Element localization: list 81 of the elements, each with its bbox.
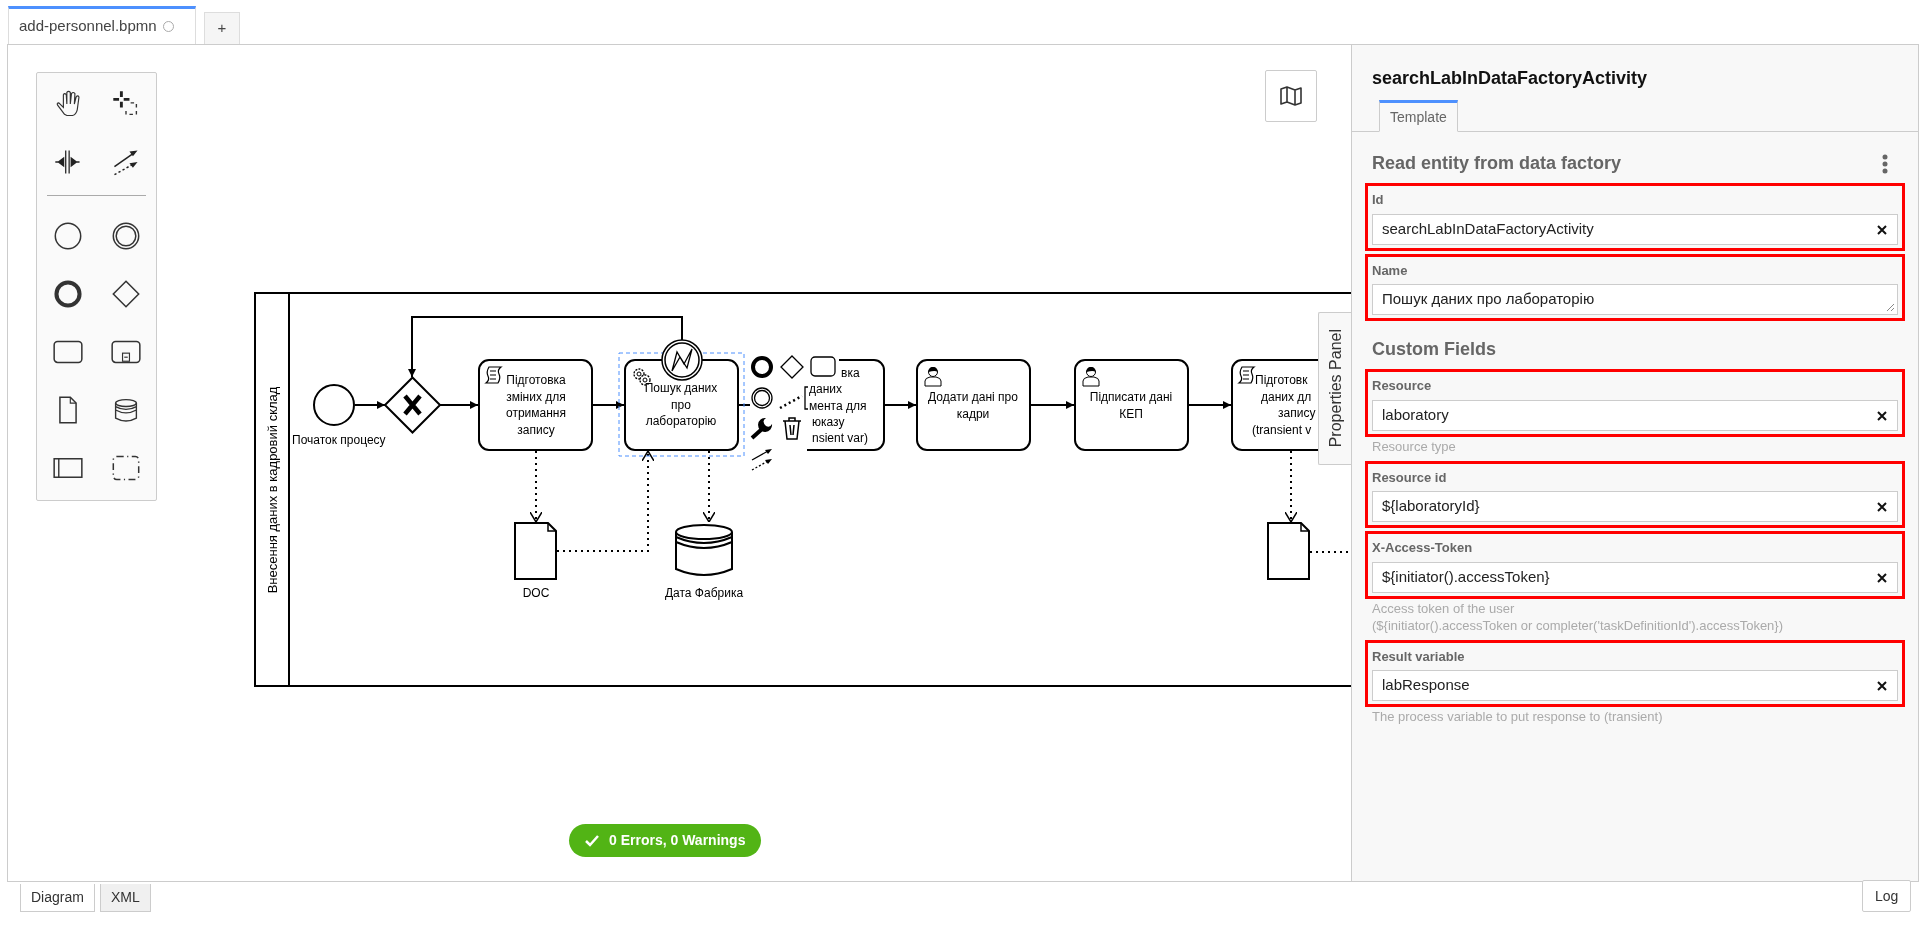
- task-label: мента для: [809, 398, 867, 413]
- resize-handle-icon[interactable]: [1886, 303, 1895, 312]
- sequence-flow: [592, 401, 625, 409]
- clear-icon[interactable]: [1877, 224, 1887, 235]
- annotation-icon[interactable]: [779, 386, 809, 410]
- lane-label: Внесення даних в кадровий склад: [265, 386, 280, 594]
- intermediate-event-icon[interactable]: [751, 387, 773, 409]
- exclusive-gateway: [383, 376, 442, 434]
- field-label: Id: [1372, 191, 1385, 209]
- start-event: [313, 384, 355, 426]
- panel-title: searchLabInDataFactoryActivity: [1371, 67, 1649, 90]
- data-object: [514, 522, 557, 580]
- user-icon: [924, 367, 942, 387]
- task-label: Додати дані про кадри: [928, 390, 1018, 421]
- sequence-flow: [884, 401, 917, 409]
- connect-icon[interactable]: [751, 449, 772, 471]
- start-event-icon[interactable]: [53, 221, 83, 251]
- field-label: Resource id: [1372, 468, 1448, 487]
- gateway-icon[interactable]: [780, 355, 804, 379]
- view-tab[interactable]: Diagram: [20, 884, 95, 912]
- check-icon: [585, 834, 599, 847]
- view-tab[interactable]: XML: [99, 884, 151, 912]
- event-label: Початок процесу: [292, 433, 386, 447]
- task-label: Підписати дані КЕП: [1089, 390, 1173, 421]
- field-description: The process variable to put response to (transient): [1372, 708, 1664, 725]
- end-event-icon[interactable]: [751, 356, 773, 378]
- data-store: [675, 524, 733, 576]
- group-icon[interactable]: [110, 453, 141, 483]
- input-field[interactable]: laboratory: [1372, 399, 1898, 431]
- field-description: Access token of the user (${initiator().accessToken or completer('taskDefinitionId').accessToken}): [1372, 599, 1785, 634]
- gateway-icon[interactable]: [110, 279, 141, 309]
- script-icon: [1238, 366, 1255, 384]
- end-event-icon[interactable]: [53, 279, 83, 309]
- field-label: X-Access-Token: [1372, 539, 1474, 557]
- task-label: даних: [809, 382, 842, 397]
- data-label: DOC: [522, 586, 550, 600]
- file-tab[interactable]: +: [204, 12, 240, 44]
- script-icon: [485, 366, 502, 384]
- field-label: Result variable: [1372, 647, 1466, 666]
- task-label: запису: [1278, 406, 1316, 420]
- panel-tab[interactable]: Template: [1379, 100, 1458, 132]
- task-label: Підготовка зміних для отримання запису: [506, 373, 566, 437]
- task-label: nsient var): [812, 431, 869, 446]
- log-button[interactable]: Log: [1862, 880, 1912, 912]
- sequence-flow: [1188, 401, 1232, 409]
- field-label: Name: [1372, 261, 1409, 280]
- input-field[interactable]: ${laboratoryId}: [1372, 491, 1898, 522]
- task-label: юказу: [812, 414, 845, 429]
- input-field[interactable]: searchLabInDataFactoryActivity: [1372, 213, 1898, 245]
- input-field[interactable]: ${initiator().accessToken}: [1372, 561, 1898, 593]
- task-icon[interactable]: [810, 356, 836, 377]
- clear-icon[interactable]: [1877, 572, 1887, 583]
- wrench-icon[interactable]: [750, 417, 773, 440]
- sequence-flow: [439, 401, 479, 409]
- boundary-error-event: [661, 339, 703, 381]
- data-label: Дата Фабрика: [664, 586, 744, 600]
- trash-icon[interactable]: [782, 417, 802, 440]
- section-title: Custom Fields: [1371, 338, 1497, 361]
- minimap-button[interactable]: [1265, 70, 1317, 122]
- field-label: Resource: [1372, 377, 1433, 395]
- user-icon: [1082, 367, 1100, 387]
- clear-icon[interactable]: [1877, 410, 1887, 421]
- group-title: Read entity from data factory: [1372, 152, 1622, 175]
- clear-icon[interactable]: [1877, 502, 1887, 512]
- sequence-flow: [1030, 401, 1075, 409]
- input-field[interactable]: labResponse: [1372, 670, 1898, 701]
- map-icon: [1279, 84, 1303, 108]
- space-tool-icon[interactable]: [53, 147, 83, 177]
- data-object: [1267, 522, 1310, 580]
- field-description: Resource type: [1372, 437, 1457, 455]
- task-label: Пошук даних про лабораторію: [644, 381, 718, 428]
- more-options-icon[interactable]: [1882, 153, 1888, 174]
- task-label: (transient v: [1252, 422, 1312, 437]
- file-tab[interactable]: add-personnel.bpmn: [8, 6, 196, 44]
- intermediate-event-icon[interactable]: [110, 221, 141, 251]
- task-label: Підготовк: [1255, 373, 1308, 387]
- text-area[interactable]: Пошук даних про лабораторію: [1372, 284, 1898, 315]
- clear-icon[interactable]: [1877, 681, 1887, 691]
- sequence-flow: [354, 401, 386, 409]
- task-label: вка: [841, 366, 860, 380]
- task-label: даних дл: [1261, 389, 1312, 404]
